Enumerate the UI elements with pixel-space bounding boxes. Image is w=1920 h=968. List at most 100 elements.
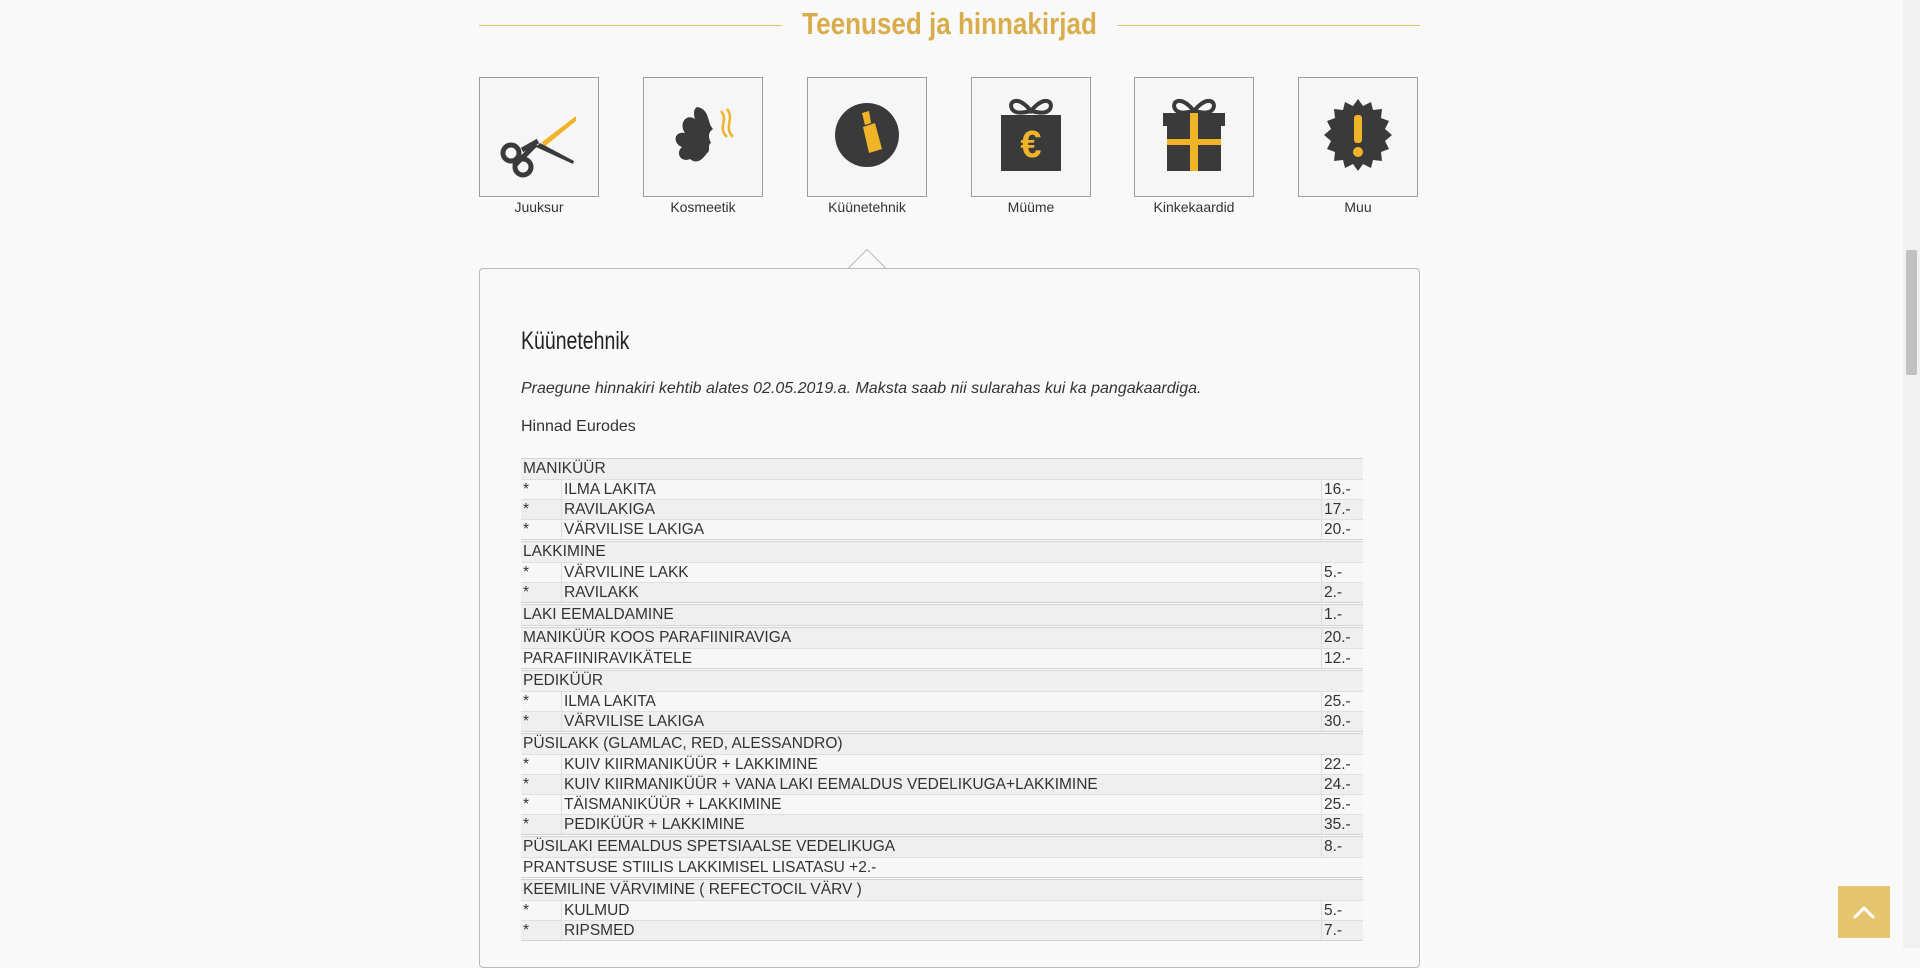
price-row-marker: * xyxy=(523,693,530,710)
price-row-marker: * xyxy=(523,501,530,518)
price-group: PÜSILAKI EEMALDUS SPETSIAALSE VEDELIKUGA… xyxy=(521,836,1363,878)
price-group: KEEMILINE VÄRVIMINE ( REFECTOCIL VÄRV ) *… xyxy=(521,879,1363,941)
price-row: * PEDIKÜÜR + LAKKIMINE 35.- xyxy=(521,814,1363,834)
service-tile-label[interactable]: Kosmeetik xyxy=(643,199,763,215)
price-row-name: RAVILAKIGA xyxy=(561,500,1321,519)
price-row: * KUIV KIIRMANIKÜÜR + VANA LAKI EEMALDUS … xyxy=(521,774,1363,794)
service-tile-box[interactable] xyxy=(643,77,763,197)
price-group-title: MANIKÜÜR xyxy=(523,460,606,477)
chevron-up-icon xyxy=(1852,905,1876,920)
price-group: PÜSILAKK (GLAMLAC, RED, ALESSANDRO) * KUIV… xyxy=(521,733,1363,835)
price-group-title-row: KEEMILINE VÄRVIMINE ( REFECTOCIL VÄRV ) xyxy=(521,880,1363,900)
service-tile-box[interactable]: € xyxy=(971,77,1091,197)
price-value: 25.- xyxy=(1321,692,1363,711)
price-value: 12.- xyxy=(1321,649,1363,668)
service-tile-label[interactable]: Juuksur xyxy=(479,199,599,215)
price-value: 7.- xyxy=(1321,921,1363,940)
price-row-name: TÄISMANIKÜÜR + LAKKIMINE xyxy=(561,795,1321,814)
euro-gift-icon: € xyxy=(996,95,1066,180)
price-row: PRANTSUSE STIILIS LAKKIMISEL LISATASU +2… xyxy=(521,857,1363,877)
gift-icon xyxy=(1159,95,1229,180)
price-value: 20.- xyxy=(1321,628,1363,648)
price-value: 1.- xyxy=(1321,605,1363,625)
price-table: MANIKÜÜR * ILMA LAKITA 16.- * RAVILAKIGA 17.- *… xyxy=(521,457,1363,941)
price-group: MANIKÜÜR KOOS PARAFIINIRAVIGA 20.- PARAFII… xyxy=(521,627,1363,669)
price-row-name: ILMA LAKITA xyxy=(561,480,1321,499)
price-row-name: RAVILAKK xyxy=(561,583,1321,602)
price-row: * TÄISMANIKÜÜR + LAKKIMINE 25.- xyxy=(521,794,1363,814)
price-row: * RAVILAKIGA 17.- xyxy=(521,499,1363,519)
service-tile-1[interactable]: Juuksur xyxy=(479,77,599,215)
price-row-marker: * xyxy=(523,713,530,730)
price-row: * KULMUD 5.- xyxy=(521,900,1363,920)
price-row-marker: * xyxy=(523,584,530,601)
price-row: * ILMA LAKITA 16.- xyxy=(521,479,1363,499)
price-row: * VÄRVILINE LAKK 5.- xyxy=(521,562,1363,582)
service-tile-box[interactable] xyxy=(479,77,599,197)
header-divider-right xyxy=(1117,25,1420,26)
price-panel: Küünetehnik Praegune hinnakiri kehtib al… xyxy=(479,268,1420,968)
exclamation-badge-icon xyxy=(1320,97,1396,178)
service-tile-box[interactable] xyxy=(1298,77,1418,197)
service-tile-label[interactable]: Müüme xyxy=(971,199,1091,215)
price-group-title: LAKKIMINE xyxy=(523,543,606,560)
price-group-title-row: MANIKÜÜR xyxy=(521,459,1363,479)
price-row: * ILMA LAKITA 25.- xyxy=(521,691,1363,711)
nail-polish-icon xyxy=(831,99,903,176)
price-group-title: PEDIKÜÜR xyxy=(523,672,604,689)
service-tile-box[interactable] xyxy=(1134,77,1254,197)
price-group-title: KEEMILINE VÄRVIMINE ( REFECTOCIL VÄRV ) xyxy=(523,881,862,898)
price-row-name: RIPSMED xyxy=(561,921,1321,940)
service-tile-label[interactable]: Muu xyxy=(1298,199,1418,215)
service-tile-3[interactable]: Küünetehnik xyxy=(807,77,927,215)
price-value: 16.- xyxy=(1321,480,1363,499)
scrollbar-thumb[interactable] xyxy=(1906,250,1917,375)
face-icon xyxy=(663,95,743,180)
price-row-marker: * xyxy=(523,564,530,581)
price-value: 20.- xyxy=(1321,520,1363,539)
price-value: 22.- xyxy=(1321,755,1363,774)
price-row: * RAVILAKK 2.- xyxy=(521,582,1363,602)
price-value: 25.- xyxy=(1321,795,1363,814)
price-value: 30.- xyxy=(1321,712,1363,731)
price-row: * KUIV KIIRMANIKÜÜR + LAKKIMINE 22.- xyxy=(521,754,1363,774)
price-row-name: KUIV KIIRMANIKÜÜR + VANA LAKI EEMALDUS V… xyxy=(561,775,1321,794)
price-group-title-row: PÜSILAKI EEMALDUS SPETSIAALSE VEDELIKUGA… xyxy=(521,837,1363,857)
price-value: 17.- xyxy=(1321,500,1363,519)
panel-heading: Küünetehnik xyxy=(521,327,630,355)
scissors-icon xyxy=(496,92,582,183)
price-group-title-row: LAKKIMINE xyxy=(521,542,1363,562)
service-tile-label[interactable]: Kinkekaardid xyxy=(1134,199,1254,215)
price-row-marker: * xyxy=(523,816,530,833)
panel-pointer xyxy=(847,248,887,269)
price-row-name: KULMUD xyxy=(561,901,1321,920)
price-row: * VÄRVILISE LAKIGA 20.- xyxy=(521,519,1363,539)
price-row: * RIPSMED 7.- xyxy=(521,920,1363,940)
service-tile-4[interactable]: € Müüme xyxy=(971,77,1091,215)
price-row-name: VÄRVILISE LAKIGA xyxy=(561,712,1321,731)
service-tile-2[interactable]: Kosmeetik xyxy=(643,77,763,215)
service-tile-6[interactable]: Muu xyxy=(1298,77,1418,215)
service-tile-5[interactable]: Kinkekaardid xyxy=(1134,77,1254,215)
price-row-name: PEDIKÜÜR + LAKKIMINE xyxy=(561,815,1321,834)
price-row-title: PRANTSUSE STIILIS LAKKIMISEL LISATASU +2… xyxy=(523,859,877,876)
service-tile-label[interactable]: Küünetehnik xyxy=(807,199,927,215)
price-row-marker: * xyxy=(523,902,530,919)
price-group-title-row: PÜSILAKK (GLAMLAC, RED, ALESSANDRO) xyxy=(521,734,1363,754)
price-group: LAKI EEMALDAMINE 1.- xyxy=(521,604,1363,626)
price-value: 24.- xyxy=(1321,775,1363,794)
price-row-title: PARAFIINIRAVIKÄTELE xyxy=(523,650,693,667)
price-group-title: PÜSILAKK (GLAMLAC, RED, ALESSANDRO) xyxy=(523,735,843,752)
price-group-title-row: MANIKÜÜR KOOS PARAFIINIRAVIGA 20.- xyxy=(521,628,1363,648)
currency-note: Hinnad Eurodes xyxy=(521,418,636,435)
price-row-name: VÄRVILINE LAKK xyxy=(561,563,1321,582)
service-tile-box[interactable] xyxy=(807,77,927,197)
price-value: 5.- xyxy=(1321,563,1363,582)
price-row-name: ILMA LAKITA xyxy=(561,692,1321,711)
price-row-marker: * xyxy=(523,776,530,793)
scroll-to-top-button[interactable] xyxy=(1838,886,1890,938)
price-group: LAKKIMINE * VÄRVILINE LAKK 5.- * RAVILAKK 2.- xyxy=(521,541,1363,603)
price-row: PARAFIINIRAVIKÄTELE 12.- xyxy=(521,648,1363,668)
page-scrollbar[interactable] xyxy=(1903,0,1920,948)
price-row-marker: * xyxy=(523,796,530,813)
